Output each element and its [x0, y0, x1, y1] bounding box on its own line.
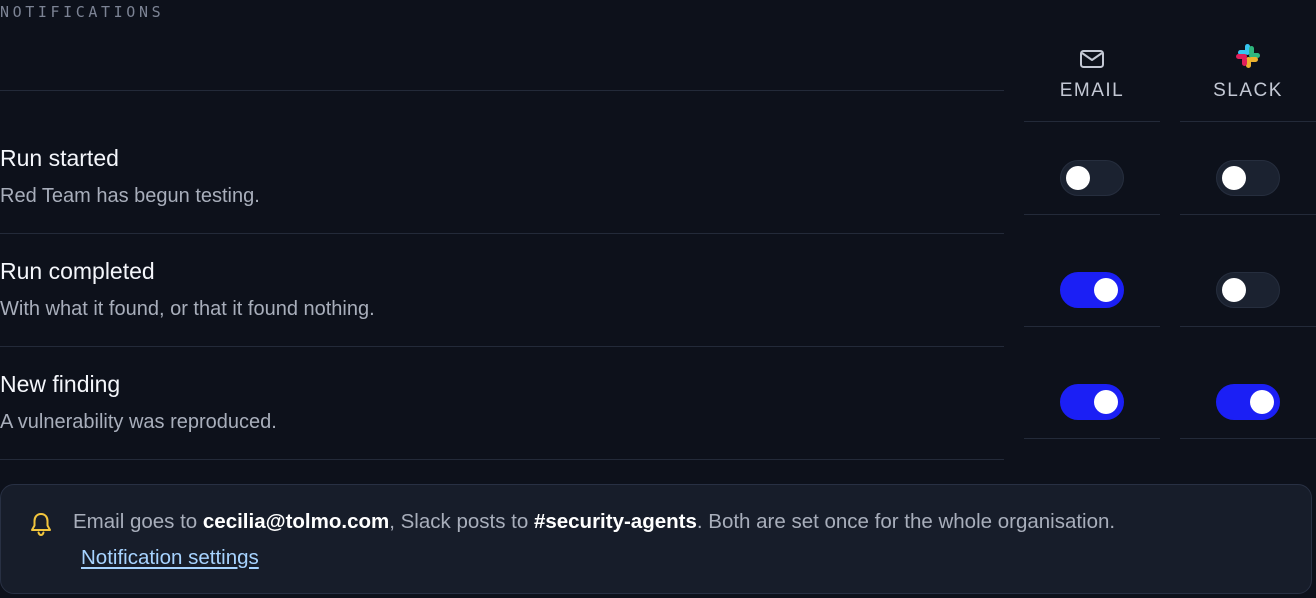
info-middle: , Slack posts to	[389, 510, 534, 533]
slack-icon	[1180, 44, 1316, 70]
notification-row-new-finding: New finding A vulnerability was reproduc…	[0, 347, 1004, 460]
notification-settings-link[interactable]: Notification settings	[81, 546, 259, 570]
email-cell	[1024, 234, 1160, 327]
row-title: Run completed	[0, 258, 155, 284]
new-finding-email-toggle[interactable]	[1060, 384, 1124, 420]
row-description: A vulnerability was reproduced.	[0, 411, 277, 433]
run-started-email-toggle[interactable]	[1060, 160, 1124, 196]
email-cell	[1024, 122, 1160, 215]
toggle-knob	[1222, 278, 1246, 302]
toggle-knob	[1094, 278, 1118, 302]
email-column-label: EMAIL	[1059, 80, 1125, 101]
row-title: New finding	[0, 371, 121, 397]
info-suffix: . Both are set once for the whole organi…	[696, 510, 1116, 533]
bell-icon	[29, 511, 53, 542]
notification-row-run-completed: Run completed With what it found, or tha…	[0, 234, 1004, 347]
notification-email: cecilia@tolmo.com	[202, 510, 390, 533]
slack-cell	[1180, 234, 1316, 327]
slack-cell	[1180, 122, 1316, 215]
toggle-knob	[1222, 166, 1246, 190]
mail-icon	[1024, 44, 1160, 70]
toggle-knob	[1094, 390, 1118, 414]
toggle-knob	[1250, 390, 1274, 414]
notification-row-run-started: Run started Red Team has begun testing.	[0, 121, 1004, 234]
new-finding-slack-toggle[interactable]	[1216, 384, 1280, 420]
run-completed-slack-toggle[interactable]	[1216, 272, 1280, 308]
run-completed-email-toggle[interactable]	[1060, 272, 1124, 308]
row-description: With what it found, or that it found not…	[0, 298, 375, 320]
email-cell	[1024, 346, 1160, 439]
info-prefix: Email goes to	[73, 510, 203, 533]
toggle-knob	[1066, 166, 1090, 190]
run-started-slack-toggle[interactable]	[1216, 160, 1280, 196]
slack-channel: #security-agents	[533, 510, 697, 533]
slack-column-label: SLACK	[1213, 80, 1283, 101]
slack-column-header: SLACK	[1180, 44, 1316, 122]
section-title: NOTIFICATIONS	[0, 3, 165, 21]
row-title: Run started	[0, 145, 119, 171]
slack-cell	[1180, 346, 1316, 439]
info-banner: Email goes to cecilia@tolmo.com, Slack p…	[0, 484, 1312, 594]
header-divider	[0, 90, 1004, 91]
info-text: Email goes to cecilia@tolmo.com, Slack p…	[73, 510, 1115, 534]
email-column-header: EMAIL	[1024, 44, 1160, 122]
row-description: Red Team has begun testing.	[0, 185, 260, 207]
